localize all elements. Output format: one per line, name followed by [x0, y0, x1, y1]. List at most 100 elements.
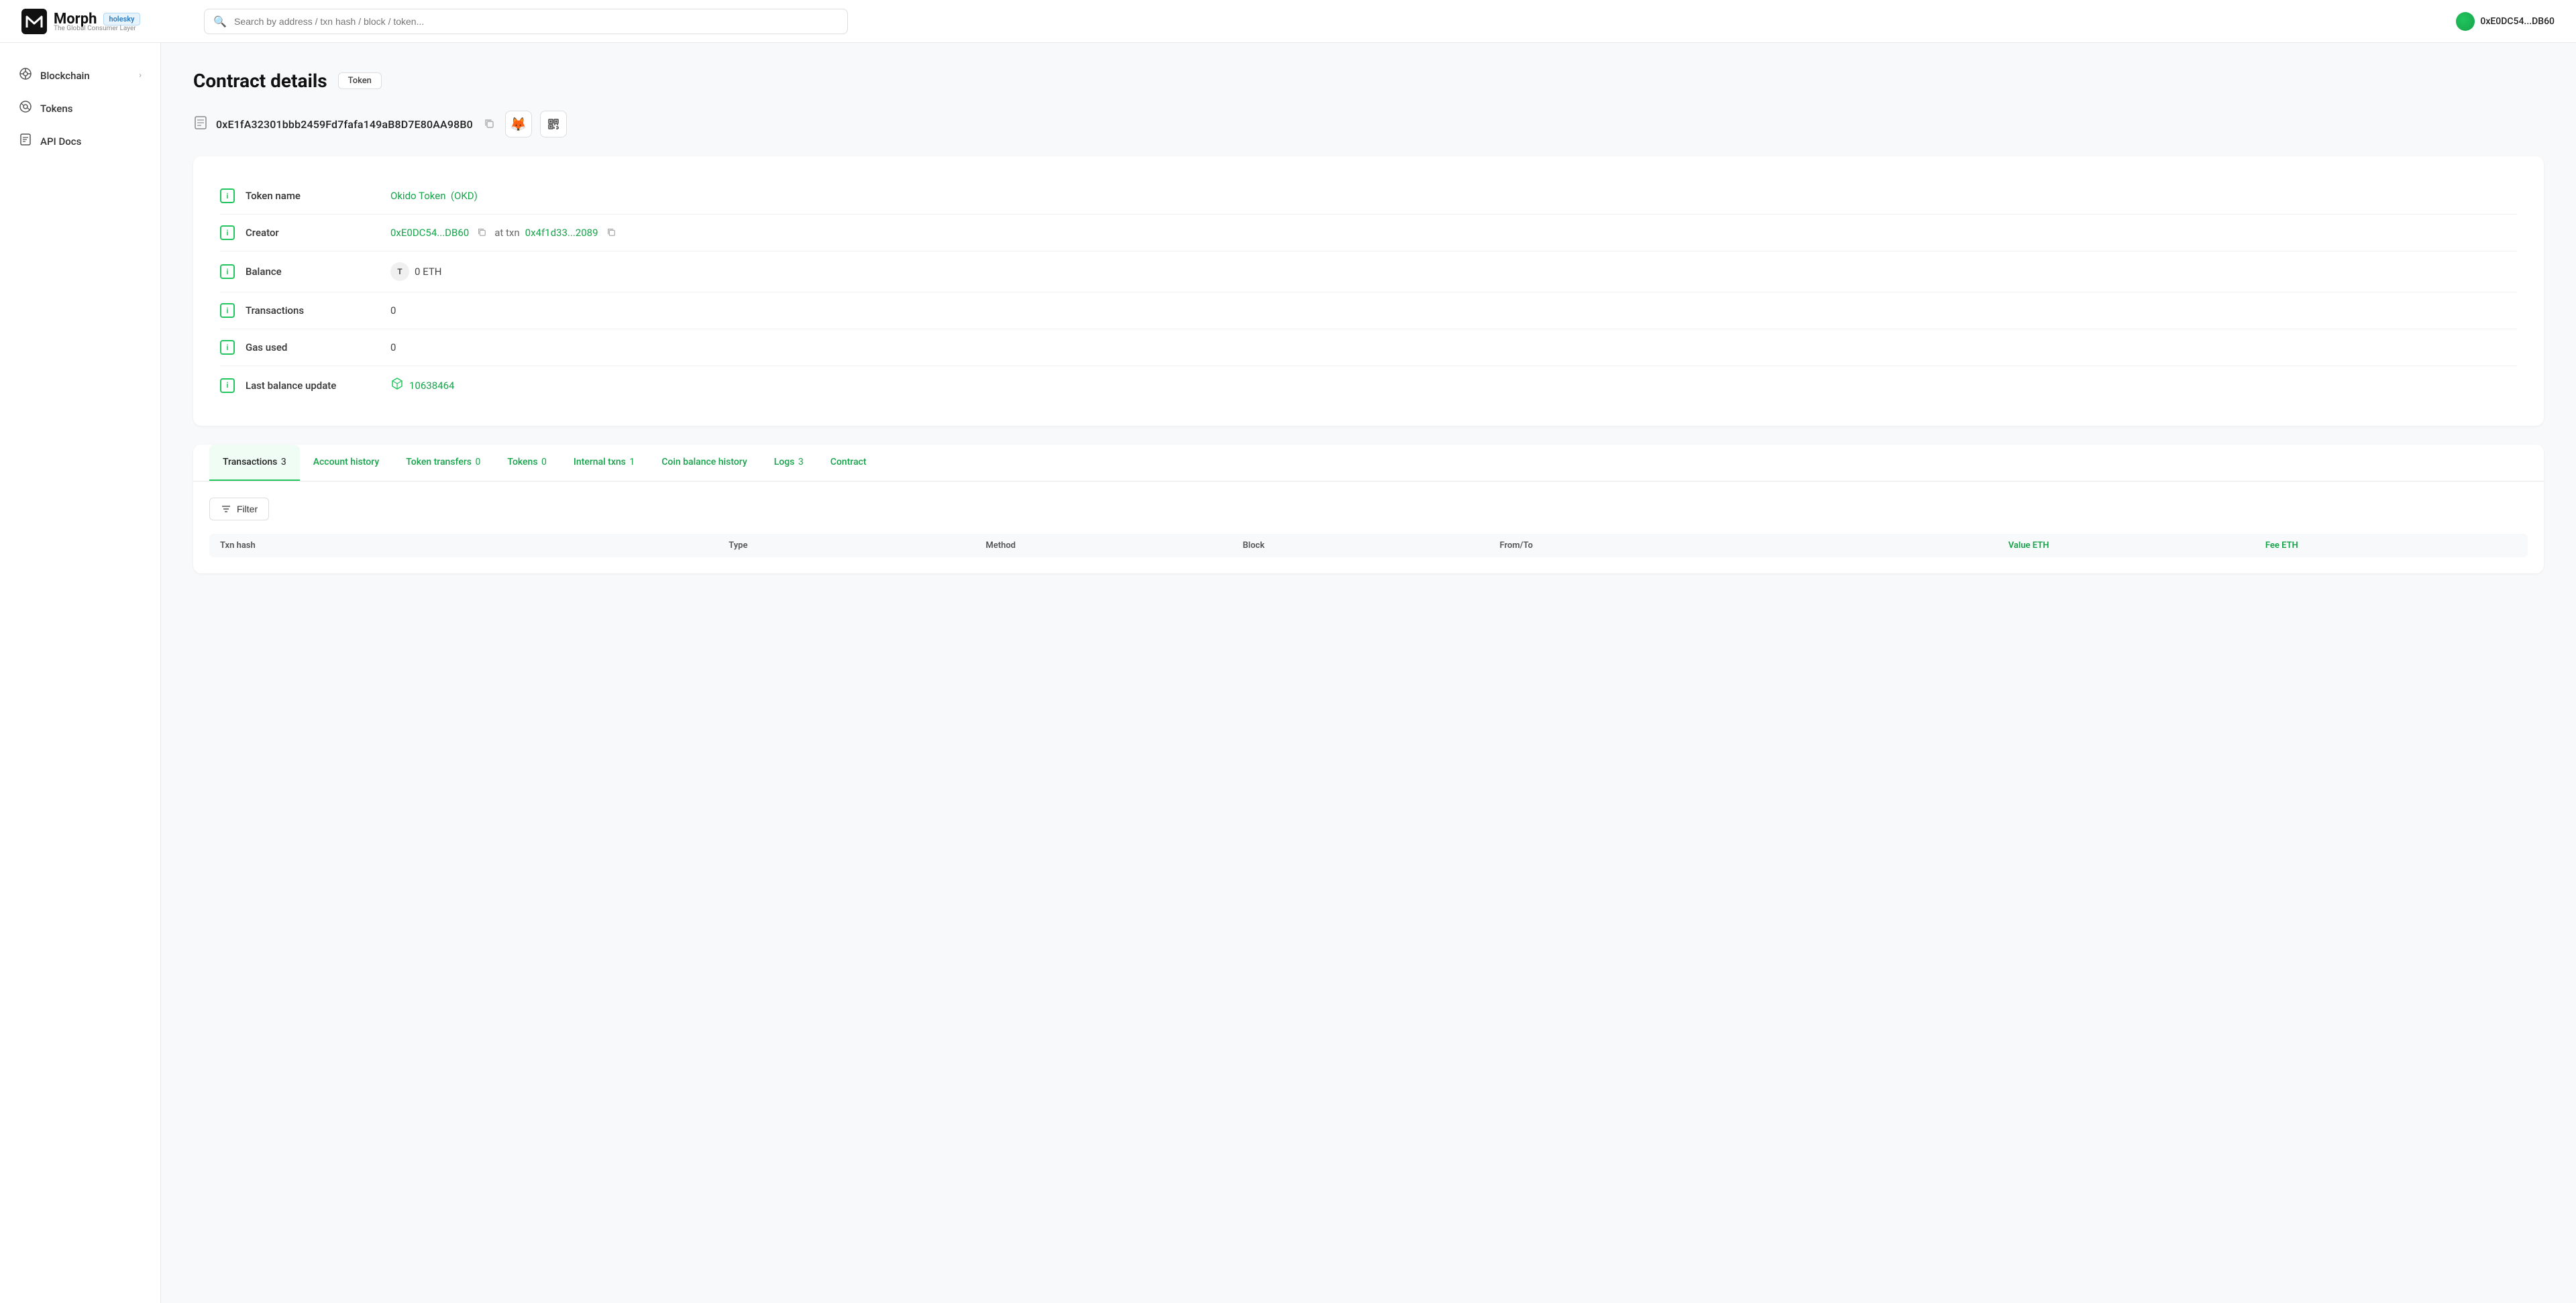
address-row: 0xE1fA32301bbb2459Fd7fafa149aB8D7E80AA98…	[193, 111, 2544, 137]
main-content: Contract details Token 0xE1fA32301bbb245…	[161, 43, 2576, 1303]
filter-label: Filter	[237, 504, 258, 514]
detail-row-balance: i Balance T 0 ETH	[220, 251, 2517, 292]
info-icon-creator: i	[220, 225, 235, 240]
page-title: Contract details	[193, 70, 327, 92]
tab-token-transfers[interactable]: Token transfers 0	[392, 445, 494, 481]
col-txn-hash: Txn hash	[220, 541, 723, 551]
sidebar-label-api-docs: API Docs	[40, 135, 81, 148]
logo-badge: holesky	[103, 13, 140, 25]
col-from-to: From/To	[1500, 541, 2003, 551]
tab-coin-balance-history[interactable]: Coin balance history	[648, 445, 760, 481]
copy-address-button[interactable]	[481, 117, 497, 132]
tab-tokens-count: 0	[541, 457, 547, 467]
balance-value: T 0 ETH	[390, 262, 441, 281]
tab-account-history[interactable]: Account history	[300, 445, 393, 481]
detail-row-last-balance: i Last balance update 10638464	[220, 366, 2517, 404]
tab-tokens[interactable]: Tokens 0	[494, 445, 560, 481]
token-name-label: Token name	[246, 190, 380, 202]
transactions-value: 0	[390, 304, 396, 317]
block-icon	[390, 377, 404, 394]
wallet-address: 0xE0DC54...DB60	[2480, 16, 2555, 27]
tab-logs[interactable]: Logs 3	[761, 445, 817, 481]
detail-row-creator: i Creator 0xE0DC54...DB60 at txn 0x4f1d3…	[220, 215, 2517, 251]
tab-tokens-label: Tokens	[507, 457, 537, 467]
details-card: i Token name Okido Token (OKD) i Creator…	[193, 156, 2544, 426]
filter-button[interactable]: Filter	[209, 498, 269, 520]
table-header: Txn hash Type Method Block From/To Value…	[209, 534, 2528, 557]
sidebar-item-tokens[interactable]: Tokens	[0, 92, 160, 125]
tab-contract-label: Contract	[830, 457, 867, 467]
metamask-button[interactable]: 🦊	[505, 111, 532, 137]
col-fee-eth: Fee ETH	[2265, 541, 2517, 551]
wallet-area: 0xE0DC54...DB60	[2456, 12, 2555, 31]
tokens-icon	[19, 100, 32, 117]
page-header: Contract details Token	[193, 70, 2544, 92]
tabs-bar: Transactions 3 Account history Token tra…	[193, 445, 2544, 481]
logo-sub: The Global Consumer Layer	[54, 25, 140, 32]
tab-token-transfers-label: Token transfers	[406, 457, 472, 467]
tab-logs-label: Logs	[774, 457, 795, 467]
tab-transactions[interactable]: Transactions 3	[209, 445, 300, 481]
detail-row-gas-used: i Gas used 0	[220, 329, 2517, 366]
token-badge: Token	[338, 72, 382, 89]
tab-internal-txns-label: Internal txns	[574, 457, 626, 467]
block-number[interactable]: 10638464	[409, 380, 454, 392]
balance-token-icon: T	[390, 262, 409, 281]
at-txn-text: at txn	[494, 227, 519, 239]
col-value-eth: Value ETH	[2008, 541, 2260, 551]
last-balance-label: Last balance update	[246, 380, 380, 392]
tabs-card: Transactions 3 Account history Token tra…	[193, 445, 2544, 573]
tab-contract[interactable]: Contract	[817, 445, 880, 481]
search-bar: 🔍	[204, 9, 848, 34]
filter-icon	[221, 504, 231, 514]
sidebar-item-blockchain[interactable]: Blockchain ›	[0, 59, 160, 92]
sidebar-label-blockchain: Blockchain	[40, 70, 90, 82]
morph-logo-icon	[21, 9, 47, 34]
logo-text-area: Morph holesky The Global Consumer Layer	[54, 11, 140, 32]
copy-creator-button[interactable]	[474, 226, 489, 240]
creator-txn-hash[interactable]: 0x4f1d33...2089	[525, 227, 598, 239]
sidebar-label-tokens: Tokens	[40, 103, 72, 115]
gas-used-label: Gas used	[246, 341, 380, 353]
qr-code-button[interactable]	[540, 111, 567, 137]
last-balance-value: 10638464	[390, 377, 454, 394]
balance-label: Balance	[246, 266, 380, 278]
detail-row-token-name: i Token name Okido Token (OKD)	[220, 178, 2517, 215]
tab-transactions-label: Transactions	[223, 457, 277, 467]
tab-coin-balance-history-label: Coin balance history	[661, 457, 747, 467]
logo-area: Morph holesky The Global Consumer Layer	[21, 9, 182, 34]
copy-txn-button[interactable]	[604, 226, 619, 240]
info-icon-transactions: i	[220, 303, 235, 318]
balance-amount: 0 ETH	[415, 266, 441, 278]
sidebar-item-api-docs[interactable]: API Docs	[0, 125, 160, 158]
creator-label: Creator	[246, 227, 380, 239]
tab-internal-txns[interactable]: Internal txns 1	[560, 445, 648, 481]
info-icon-gas: i	[220, 340, 235, 355]
api-docs-icon	[19, 133, 32, 150]
info-icon-token-name: i	[220, 188, 235, 203]
info-icon-last-balance: i	[220, 378, 235, 393]
wallet-avatar	[2456, 12, 2475, 31]
tabs-content: Filter Txn hash Type Method Block From/T…	[193, 481, 2544, 573]
sidebar: Blockchain › Tokens API Docs	[0, 43, 161, 1303]
contract-icon	[193, 115, 208, 133]
creator-value: 0xE0DC54...DB60 at txn 0x4f1d33...2089	[390, 226, 619, 240]
creator-address[interactable]: 0xE0DC54...DB60	[390, 227, 469, 239]
tab-account-history-label: Account history	[313, 457, 380, 467]
search-input[interactable]	[204, 9, 848, 34]
tab-logs-count: 3	[798, 457, 804, 467]
detail-row-transactions: i Transactions 0	[220, 292, 2517, 329]
topbar: Morph holesky The Global Consumer Layer …	[0, 0, 2576, 43]
col-method: Method	[985, 541, 1237, 551]
blockchain-icon	[19, 67, 32, 84]
col-type: Type	[729, 541, 980, 551]
contract-address: 0xE1fA32301bbb2459Fd7fafa149aB8D7E80AA98…	[216, 118, 473, 131]
col-block: Block	[1242, 541, 1494, 551]
gas-used-value: 0	[390, 341, 396, 353]
token-name-value: Okido Token (OKD)	[390, 190, 478, 202]
chevron-right-icon: ›	[139, 70, 142, 80]
transactions-label: Transactions	[246, 304, 380, 317]
tab-transactions-count: 3	[281, 457, 286, 467]
info-icon-balance: i	[220, 264, 235, 279]
tab-internal-txns-count: 1	[629, 457, 635, 467]
